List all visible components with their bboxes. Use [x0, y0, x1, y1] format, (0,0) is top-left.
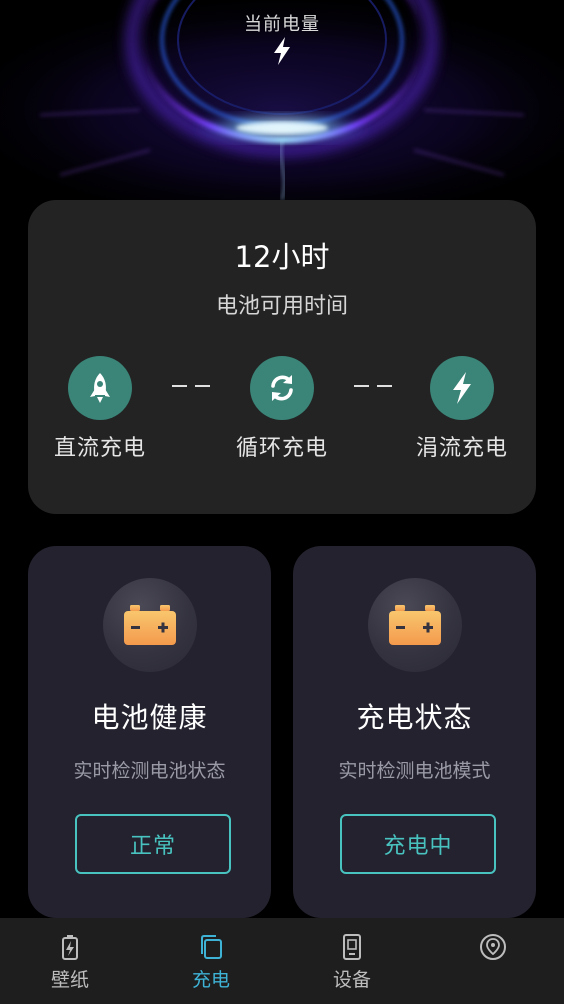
battery-time-value: 12小时 — [234, 240, 330, 274]
current-charge-label: 当前电量 — [244, 14, 320, 35]
nav-item-charging[interactable]: 充电 — [161, 932, 261, 992]
charging-status-button[interactable]: 充电中 — [340, 814, 496, 874]
mode-trickle-charge[interactable]: 涓流充电 — [392, 356, 532, 462]
card-subtitle: 实时检测电池模式 — [338, 760, 491, 782]
card-title: 充电状态 — [356, 701, 473, 734]
battery-icon — [124, 605, 176, 645]
battery-health-card: 电池健康 实时检测电池状态 正常 — [28, 546, 271, 918]
nav-label: 充电 — [191, 969, 230, 991]
nav-item-device[interactable]: 设备 — [302, 932, 402, 992]
mode-label: 涓流充电 — [415, 436, 508, 461]
card-subtitle: 实时检测电池状态 — [73, 760, 226, 782]
mode-cycle-charge[interactable]: 循环充电 — [212, 356, 352, 462]
charging-status-card: 充电状态 实时检测电池模式 充电中 — [293, 546, 536, 918]
rocket-icon — [68, 356, 132, 420]
battery-icon-circle — [103, 578, 197, 672]
nav-item-location[interactable] — [443, 932, 543, 965]
bottom-nav: 壁纸 充电 设备 — [0, 918, 564, 1004]
nav-item-wallpaper[interactable]: 壁纸 — [20, 932, 120, 992]
nav-label: 设备 — [332, 969, 371, 991]
mode-label: 直流充电 — [53, 436, 146, 461]
connector-dash — [354, 380, 392, 392]
card-title: 电池健康 — [91, 701, 208, 734]
device-icon — [343, 934, 361, 960]
health-status-button[interactable]: 正常 — [75, 814, 231, 874]
battery-icon-circle — [368, 578, 462, 672]
mode-label: 循环充电 — [235, 436, 328, 461]
mode-direct-charge[interactable]: 直流充电 — [30, 356, 170, 462]
layers-icon — [201, 935, 222, 959]
cycle-arrows-icon — [250, 356, 314, 420]
battery-icon — [389, 605, 441, 645]
battery-charging-icon — [62, 935, 78, 960]
battery-time-card: 12小时 电池可用时间 直流充电 循环充电 涓流充电 — [28, 200, 536, 514]
location-pin-icon — [480, 934, 506, 960]
battery-time-subtitle: 电池可用时间 — [215, 294, 348, 319]
connector-dash — [172, 380, 210, 392]
lightning-bolt-icon — [274, 37, 290, 65]
hero-banner: 当前电量 — [0, 0, 564, 200]
lightning-bolt-icon — [430, 356, 494, 420]
nav-label: 壁纸 — [50, 969, 89, 991]
